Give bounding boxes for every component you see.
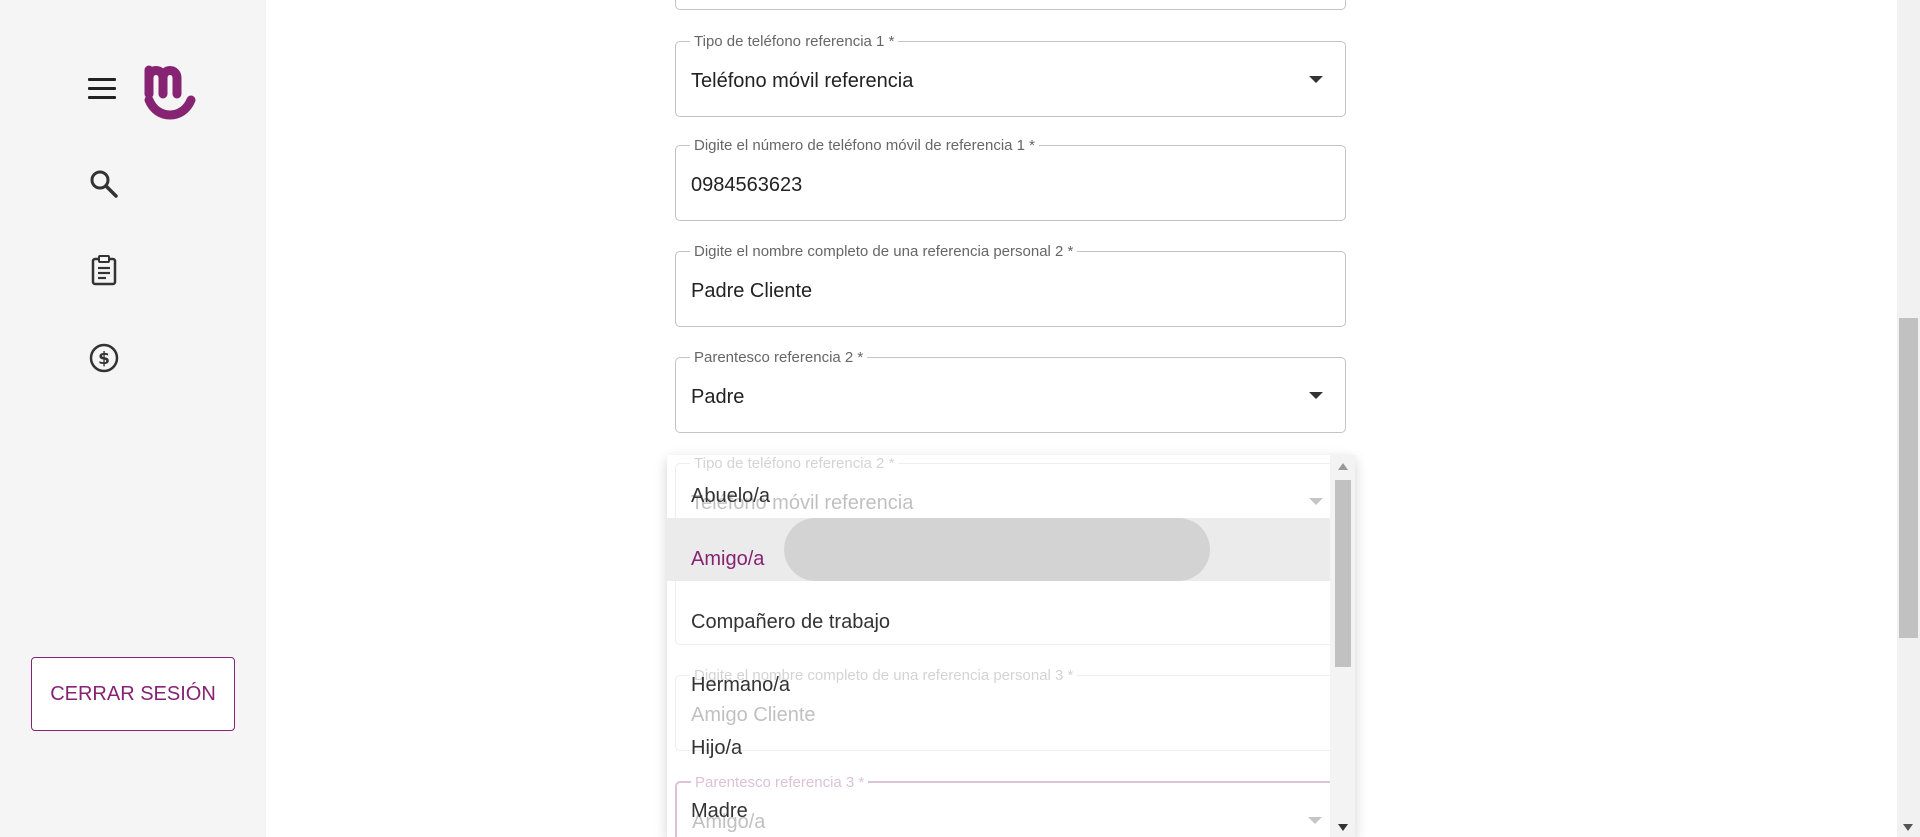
logout-button[interactable]: CERRAR SESIÓN [31, 657, 235, 731]
page-scroll-thumb[interactable] [1899, 318, 1918, 638]
option-label: Compañero de trabajo [691, 611, 891, 633]
field-label: Tipo de teléfono referencia 1 * [690, 33, 899, 51]
option-label: Madre [691, 800, 748, 822]
field-value: Teléfono móvil referencia [691, 70, 914, 92]
field-label: Parentesco referencia 2 * [690, 349, 868, 367]
phone-number-1-input[interactable]: Digite el número de teléfono móvil de re… [675, 137, 1346, 221]
page-scrollbar[interactable] [1897, 0, 1920, 837]
name-2-input[interactable]: Digite el nombre completo de una referen… [675, 243, 1346, 327]
field-label: Digite el número de teléfono móvil de re… [690, 137, 1040, 155]
caret-down-icon [1309, 76, 1323, 83]
option-label: Hijo/a [691, 737, 743, 759]
scroll-down-icon[interactable] [1903, 824, 1913, 831]
option-item[interactable]: Madre [667, 770, 1330, 833]
field-label: Digite el nombre completo de una referen… [690, 243, 1078, 261]
option-item[interactable]: Hijo/a [667, 707, 1330, 770]
option-label: Amigo/a [691, 548, 765, 570]
top-field[interactable] [675, 0, 1346, 10]
field-value: 0984563623 [691, 174, 803, 196]
option-item[interactable]: Hermano/a [667, 644, 1330, 707]
sidebar: $ CERRAR SESIÓN [0, 0, 266, 837]
dropdown-scrollbar[interactable] [1330, 455, 1355, 837]
logo [144, 65, 196, 120]
caret-down-icon [1309, 392, 1323, 399]
option-item-selected[interactable]: Amigo/a [667, 518, 1330, 581]
field-value: Padre Cliente [691, 280, 813, 302]
search-icon[interactable] [88, 168, 120, 200]
ripple-effect [784, 518, 1210, 581]
svg-text:$: $ [98, 349, 110, 369]
scroll-up-icon[interactable] [1338, 463, 1348, 470]
relationship-dropdown-menu: Tipo de teléfono referencia 2 * Teléfono… [667, 455, 1355, 837]
clipboard-icon[interactable] [88, 254, 120, 286]
field-value: Padre [691, 386, 745, 408]
relationship-2-select[interactable]: Parentesco referencia 2 * Padre [675, 349, 1346, 433]
menu-icon[interactable] [88, 78, 118, 100]
dropdown-scroll-thumb[interactable] [1335, 480, 1351, 667]
option-item[interactable]: Compañero de trabajo [667, 581, 1330, 644]
scroll-down-icon[interactable] [1338, 824, 1348, 831]
dollar-icon[interactable]: $ [88, 342, 120, 374]
option-label: Hermano/a [691, 674, 790, 696]
option-item[interactable]: Abuelo/a [667, 455, 1330, 518]
phone-type-1-select[interactable]: Tipo de teléfono referencia 1 * Teléfono… [675, 33, 1346, 117]
option-label: Abuelo/a [691, 485, 770, 507]
